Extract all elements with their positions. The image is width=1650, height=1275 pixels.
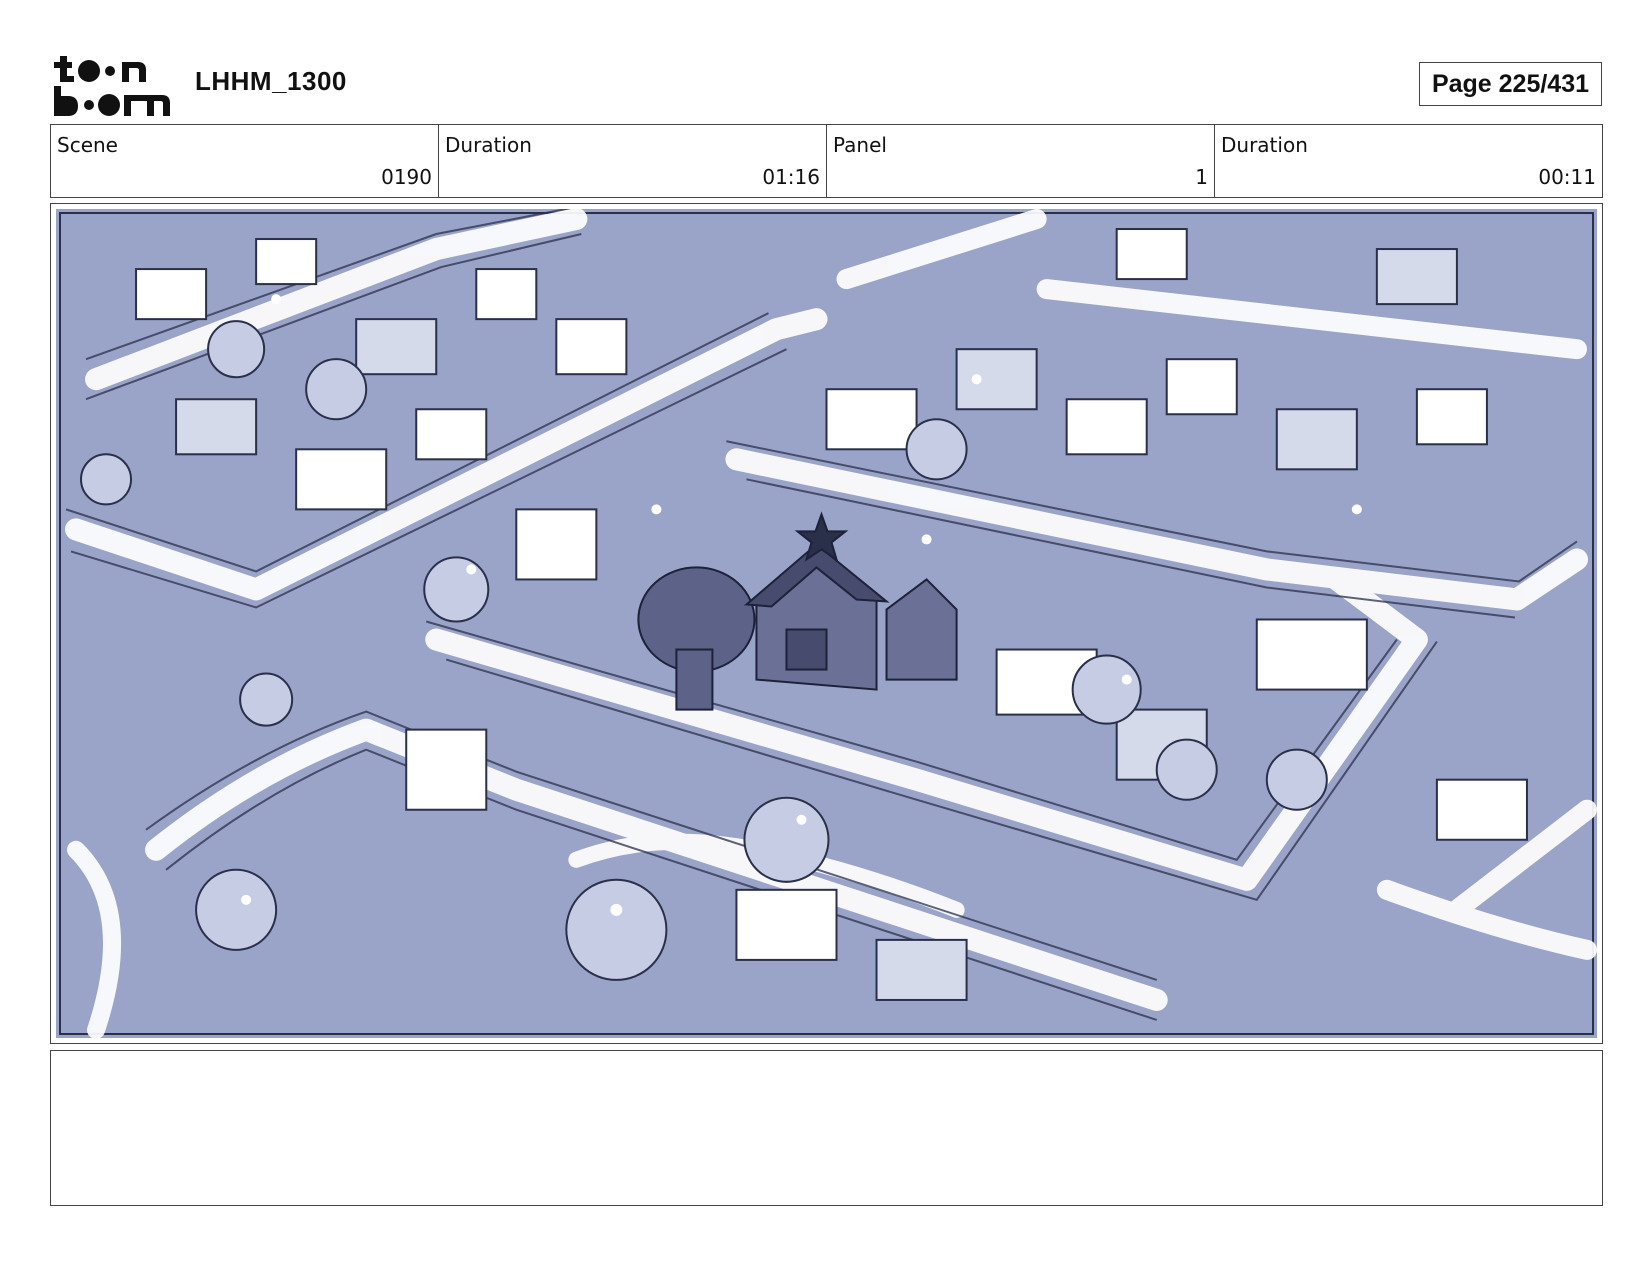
scene-duration-value: 01:16: [762, 165, 820, 189]
project-title: LHHM_1300: [195, 66, 347, 96]
scene-duration-label: Duration: [445, 133, 532, 157]
panel-duration-value: 00:11: [1538, 165, 1596, 189]
toon-boom-logo: [54, 56, 170, 116]
panel-label: Panel: [833, 133, 887, 157]
panel-cell: Panel 1: [827, 125, 1215, 197]
scene-value: 0190: [381, 165, 432, 189]
neighborhood-sketch: [56, 209, 1597, 1038]
panel-duration-cell: Duration 00:11: [1215, 125, 1602, 197]
scene-label: Scene: [57, 133, 118, 157]
panel-duration-label: Duration: [1221, 133, 1308, 157]
page-number: Page 225/431: [1419, 62, 1602, 106]
panel-value: 1: [1195, 165, 1208, 189]
storyboard-panel: [50, 203, 1603, 1044]
scene-cell: Scene 0190: [51, 125, 439, 197]
panel-notes-box: [50, 1050, 1603, 1206]
scene-info-row: Scene 0190 Duration 01:16 Panel 1 Durati…: [50, 124, 1603, 198]
scene-duration-cell: Duration 01:16: [439, 125, 827, 197]
